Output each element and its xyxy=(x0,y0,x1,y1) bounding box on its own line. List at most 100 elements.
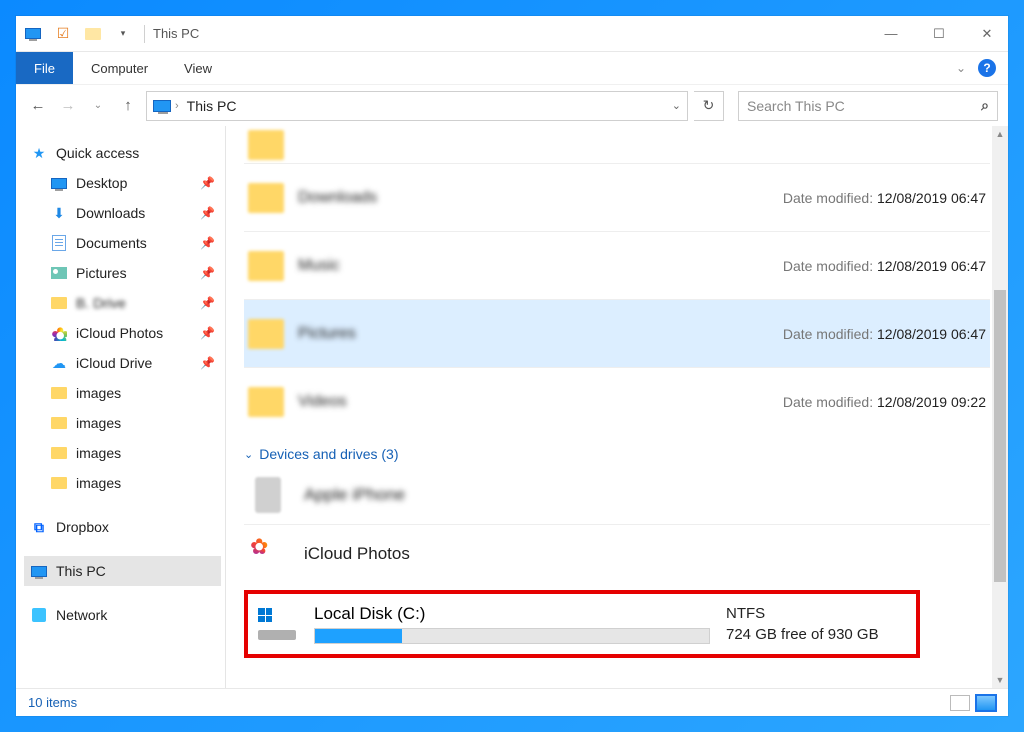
sidebar-item-pictures[interactable]: Pictures📌 xyxy=(24,258,221,288)
help-button[interactable]: ? xyxy=(978,59,996,77)
maximize-button[interactable]: ☐ xyxy=(926,21,952,47)
scroll-up-button[interactable]: ▲ xyxy=(992,126,1008,142)
pin-icon: 📌 xyxy=(200,326,215,340)
sidebar-item-label: Desktop xyxy=(76,175,127,191)
main-pane: Downloads Date modified: 12/08/2019 06:4… xyxy=(226,126,1008,688)
pc-icon xyxy=(153,100,171,112)
recent-locations-button[interactable]: ⌄ xyxy=(86,94,110,118)
sidebar-item-label: images xyxy=(76,385,121,401)
network-icon xyxy=(30,606,48,624)
folder-icon xyxy=(50,384,68,402)
item-count: 10 items xyxy=(28,695,77,710)
address-dropdown-icon[interactable]: ⌄ xyxy=(672,99,681,112)
ribbon-expand-icon[interactable]: ⌄ xyxy=(956,61,966,75)
sidebar-item[interactable]: B. Drive📌 xyxy=(24,288,221,318)
quick-access-toolbar: ☑ ▾ xyxy=(24,25,145,43)
address-bar[interactable]: › This PC ⌄ xyxy=(146,91,688,121)
folder-icon xyxy=(248,251,284,281)
pin-icon: 📌 xyxy=(200,266,215,280)
folder-row[interactable]: Music Date modified: 12/08/2019 06:47 xyxy=(244,232,990,300)
folder-name: Downloads xyxy=(298,189,377,207)
sidebar-network[interactable]: Network xyxy=(24,600,221,630)
sidebar-this-pc[interactable]: This PC xyxy=(24,556,221,586)
folder-name: Videos xyxy=(298,393,347,411)
search-icon[interactable]: ⌕ xyxy=(981,97,989,114)
folder-row[interactable]: Videos Date modified: 12/08/2019 09:22 xyxy=(244,368,990,436)
minimize-button[interactable]: — xyxy=(878,21,904,47)
back-button[interactable]: ← xyxy=(26,94,50,118)
large-icons-view-button[interactable] xyxy=(976,695,996,711)
folder-icon xyxy=(248,319,284,349)
drive-local-disk-c[interactable]: Local Disk (C:) NTFS 724 GB free of 930 … xyxy=(244,590,920,658)
close-button[interactable]: ✕ xyxy=(974,21,1000,47)
refresh-button[interactable]: ↻ xyxy=(694,91,724,121)
sidebar-item-documents[interactable]: Documents📌 xyxy=(24,228,221,258)
chevron-right-icon[interactable]: › xyxy=(175,100,179,112)
sidebar-item-images[interactable]: images xyxy=(24,378,221,408)
section-devices[interactable]: ⌄ Devices and drives (3) xyxy=(244,446,990,462)
device-row-phone[interactable]: Apple iPhone xyxy=(244,466,990,524)
sidebar-item-label: iCloud Drive xyxy=(76,355,152,371)
sidebar-item-label: Dropbox xyxy=(56,519,109,535)
scroll-down-button[interactable]: ▼ xyxy=(992,672,1008,688)
sidebar-item-icloud-photos[interactable]: iCloud Photos 📌 xyxy=(24,318,221,348)
drive-usage-bar xyxy=(314,628,710,644)
sidebar-quick-access[interactable]: ★ Quick access xyxy=(24,138,221,168)
sidebar-item-images[interactable]: images xyxy=(24,408,221,438)
pc-icon xyxy=(30,562,48,580)
drive-stats: NTFS 724 GB free of 930 GB xyxy=(726,605,906,643)
folder-row-selected[interactable]: Pictures Date modified: 12/08/2019 06:47 xyxy=(244,300,990,368)
sidebar-item-label: Network xyxy=(56,607,107,623)
document-icon xyxy=(50,234,68,252)
folder-icon xyxy=(248,130,284,160)
device-row-icloud[interactable]: iCloud Photos xyxy=(244,524,990,582)
sidebar-item-desktop[interactable]: Desktop📌 xyxy=(24,168,221,198)
navigation-pane[interactable]: ★ Quick access Desktop📌 ⬇Downloads📌 Docu… xyxy=(16,126,226,688)
tab-view[interactable]: View xyxy=(166,52,230,84)
drive-icon xyxy=(258,608,298,640)
folder-name: Music xyxy=(298,257,340,275)
icloud-photos-icon xyxy=(50,324,68,342)
sidebar-item-label: This PC xyxy=(56,563,106,579)
sidebar-item-label: images xyxy=(76,475,121,491)
new-folder-icon[interactable] xyxy=(84,25,102,43)
details-view-button[interactable] xyxy=(950,695,970,711)
sidebar-dropbox[interactable]: ⧉Dropbox xyxy=(24,512,221,542)
tab-file[interactable]: File xyxy=(16,52,73,84)
scroll-track[interactable] xyxy=(992,142,1008,672)
search-box[interactable]: ⌕ xyxy=(738,91,998,121)
qat-dropdown-icon[interactable]: ▾ xyxy=(114,25,132,43)
folder-name: Pictures xyxy=(298,325,356,343)
drive-name: Local Disk (C:) xyxy=(314,604,710,624)
sidebar-item-icloud-drive[interactable]: ☁iCloud Drive📌 xyxy=(24,348,221,378)
up-button[interactable]: ↑ xyxy=(116,94,140,118)
folder-icon xyxy=(50,444,68,462)
pictures-icon xyxy=(50,264,68,282)
sidebar-item-images[interactable]: images xyxy=(24,438,221,468)
sidebar-item-label: Downloads xyxy=(76,205,145,221)
separator xyxy=(144,25,145,43)
navigation-bar: ← → ⌄ ↑ › This PC ⌄ ↻ ⌕ xyxy=(16,84,1008,126)
device-name: iCloud Photos xyxy=(304,544,410,564)
forward-button[interactable]: → xyxy=(56,94,80,118)
ribbon: File Computer View ⌄ ? xyxy=(16,52,1008,84)
folder-icon xyxy=(50,294,68,312)
drive-free-space: 724 GB free of 930 GB xyxy=(726,626,906,643)
folder-icon xyxy=(248,387,284,417)
content-area: ★ Quick access Desktop📌 ⬇Downloads📌 Docu… xyxy=(16,126,1008,688)
sidebar-item-label: iCloud Photos xyxy=(76,325,163,341)
title-bar: ☑ ▾ This PC — ☐ ✕ xyxy=(16,16,1008,52)
sidebar-item-label: Documents xyxy=(76,235,147,251)
vertical-scrollbar[interactable]: ▲ ▼ xyxy=(992,126,1008,688)
tab-computer[interactable]: Computer xyxy=(73,52,166,84)
properties-icon[interactable]: ☑ xyxy=(54,25,72,43)
breadcrumb[interactable]: This PC xyxy=(187,98,237,114)
search-input[interactable] xyxy=(747,98,981,114)
folder-meta: Date modified: 12/08/2019 06:47 xyxy=(783,258,986,274)
folder-row[interactable]: Downloads Date modified: 12/08/2019 06:4… xyxy=(244,164,990,232)
scroll-thumb[interactable] xyxy=(994,290,1006,582)
folder-row[interactable] xyxy=(244,126,990,164)
sidebar-item-images[interactable]: images xyxy=(24,468,221,498)
icloud-photos-icon xyxy=(248,534,288,574)
sidebar-item-downloads[interactable]: ⬇Downloads📌 xyxy=(24,198,221,228)
